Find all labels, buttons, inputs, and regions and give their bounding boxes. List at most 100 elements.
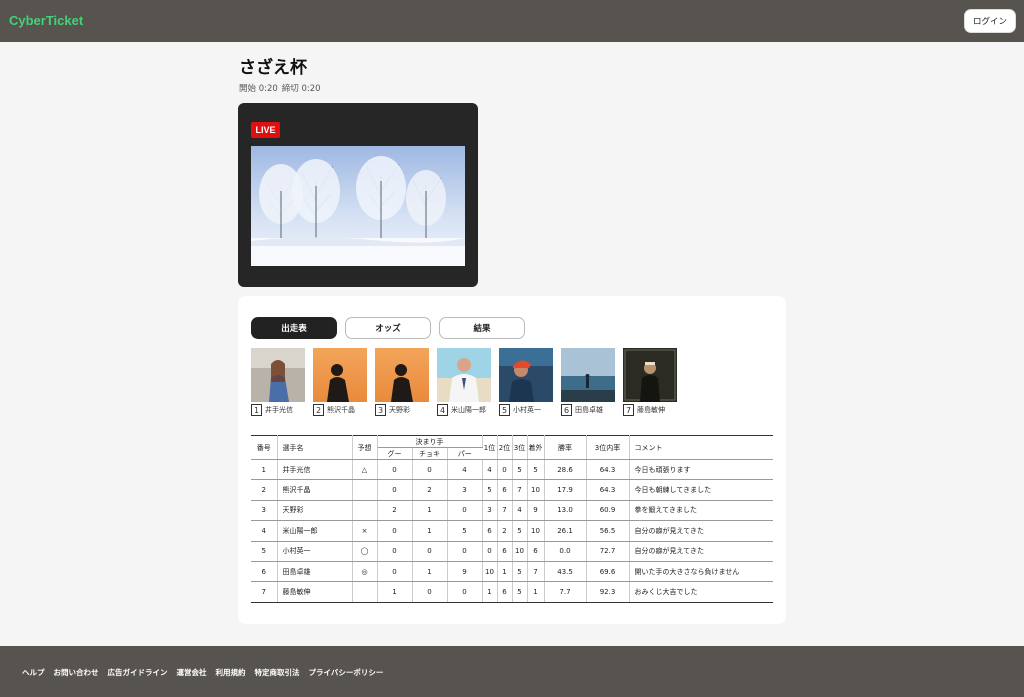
racer-name: 小村英一 [513, 406, 541, 414]
cell-third: 5 [512, 581, 528, 603]
racer-number: 4 [437, 404, 448, 416]
col-header-technique: 決まり手 [377, 435, 483, 448]
cell-third: 5 [512, 520, 528, 542]
page-title: さざえ杯 [239, 58, 307, 78]
footer-link-commerce-law[interactable]: 特定商取引法 [255, 667, 300, 678]
racer-name: 藤島敏伸 [637, 406, 665, 414]
tab-odds[interactable]: オッズ [345, 317, 431, 339]
cell-comment: 開いた手の大きさなら負けません [629, 561, 773, 583]
racer-name: 井手光信 [265, 406, 293, 414]
cell-choki: 2 [412, 479, 448, 501]
cell-first: 4 [482, 459, 498, 481]
cell-top3-rate: 64.3 [586, 459, 630, 481]
racer-number: 7 [623, 404, 634, 416]
cell-out: 7 [527, 561, 545, 583]
entries-table: 番号 選手名 予想 決まり手 1位 2位 3位 着外 勝率 3位内率 コメント … [251, 435, 773, 603]
racer-card[interactable]: 3 天野彩 [375, 348, 431, 416]
racer-number: 2 [313, 404, 324, 416]
racer-photo [375, 348, 429, 402]
footer-link-terms[interactable]: 利用規約 [216, 667, 246, 678]
login-button[interactable]: ログイン [964, 9, 1016, 33]
col-header-second: 2位 [497, 435, 513, 460]
cell-choki: 1 [412, 520, 448, 542]
cell-name: 天野彩 [277, 500, 353, 522]
cell-win-rate: 43.5 [544, 561, 587, 583]
cell-top3-rate: 69.6 [586, 561, 630, 583]
cell-number: 4 [251, 520, 278, 542]
cell-comment: 自分の癖が見えてきた [629, 541, 773, 562]
col-header-number: 番号 [251, 435, 278, 460]
col-header-paa: パー [447, 447, 482, 460]
racer-photo [623, 348, 677, 402]
tab-results[interactable]: 結果 [439, 317, 525, 339]
cell-paa: 3 [447, 479, 483, 501]
brand-logo[interactable]: CyberTicket [9, 13, 83, 28]
cell-win-rate: 26.1 [544, 520, 587, 542]
cell-first: 1 [482, 581, 498, 603]
cell-win-rate: 17.9 [544, 479, 587, 501]
table-row: 6 田島卓雄 ◎ 0 1 9 10 1 5 7 43.5 69.6 開いた手の大きさなら負けません [251, 561, 773, 583]
racer-name: 田島卓雄 [575, 406, 603, 414]
start-time: 開始 0:20 [239, 84, 278, 94]
race-card-panel: 出走表 オッズ 結果 1 井手光信 2 熊沢千晶 3 天野彩 4 米山陽一郎 5… [238, 296, 786, 624]
racer-card[interactable]: 5 小村英一 [499, 348, 555, 416]
cell-third: 10 [512, 541, 528, 562]
table-row: 5 小村英一 ◯ 0 0 0 0 6 10 6 0.0 72.7 自分の癖が見えてきた [251, 541, 773, 562]
cell-goo: 0 [377, 479, 413, 501]
cell-prediction [352, 581, 378, 603]
col-header-goo: グー [377, 447, 413, 460]
cell-win-rate: 0.0 [544, 541, 587, 562]
col-header-win-rate: 勝率 [544, 435, 587, 460]
cell-goo: 1 [377, 581, 413, 603]
racer-card[interactable]: 4 米山陽一郎 [437, 348, 493, 416]
col-header-out: 着外 [527, 435, 545, 460]
cell-name: 田島卓雄 [277, 561, 353, 583]
cell-name: 熊沢千晶 [277, 479, 353, 501]
cell-name: 米山陽一郎 [277, 520, 353, 542]
col-header-name: 選手名 [277, 435, 353, 460]
cell-second: 6 [497, 541, 513, 562]
close-time: 締切 0:20 [281, 84, 321, 94]
footer-link-contact[interactable]: お問い合わせ [54, 667, 99, 678]
table-row: 2 熊沢千晶 0 2 3 5 6 7 10 17.9 64.3 今日も朝練してきました [251, 479, 773, 501]
cell-prediction [352, 479, 378, 501]
cell-first: 10 [482, 561, 498, 583]
cell-paa: 0 [447, 500, 483, 522]
cell-prediction: ◯ [352, 541, 378, 562]
racer-name: 天野彩 [389, 406, 410, 414]
cell-third: 7 [512, 479, 528, 501]
cell-comment: 今日も朝練してきました [629, 479, 773, 501]
racer-number: 5 [499, 404, 510, 416]
cell-top3-rate: 64.3 [586, 479, 630, 501]
cell-first: 3 [482, 500, 498, 522]
cell-choki: 0 [412, 541, 448, 562]
cell-number: 1 [251, 459, 278, 481]
cell-second: 6 [497, 581, 513, 603]
cell-name: 小村英一 [277, 541, 353, 562]
cell-out: 9 [527, 500, 545, 522]
cell-prediction: × [352, 520, 378, 542]
cell-goo: 0 [377, 541, 413, 562]
footer-link-ad-guidelines[interactable]: 広告ガイドライン [108, 667, 168, 678]
cell-prediction: ◎ [352, 561, 378, 583]
racer-card[interactable]: 2 熊沢千晶 [313, 348, 369, 416]
footer-link-company[interactable]: 運営会社 [177, 667, 207, 678]
cell-name: 藤島敏伸 [277, 581, 353, 603]
racer-number: 3 [375, 404, 386, 416]
col-header-choki: チョキ [412, 447, 448, 460]
live-video[interactable] [251, 146, 465, 266]
racer-card[interactable]: 1 井手光信 [251, 348, 307, 416]
cell-out: 10 [527, 479, 545, 501]
cell-third: 4 [512, 500, 528, 522]
live-player[interactable]: LIVE [238, 103, 478, 287]
cell-win-rate: 13.0 [544, 500, 587, 522]
footer-link-privacy[interactable]: プライバシーポリシー [309, 667, 384, 678]
cell-first: 0 [482, 541, 498, 562]
racer-card[interactable]: 7 藤島敏伸 [623, 348, 679, 416]
cell-second: 6 [497, 479, 513, 501]
footer-link-help[interactable]: ヘルプ [22, 667, 45, 678]
racer-card[interactable]: 6 田島卓雄 [561, 348, 617, 416]
tab-entries[interactable]: 出走表 [251, 317, 337, 339]
cell-paa: 0 [447, 541, 483, 562]
cell-paa: 9 [447, 561, 483, 583]
